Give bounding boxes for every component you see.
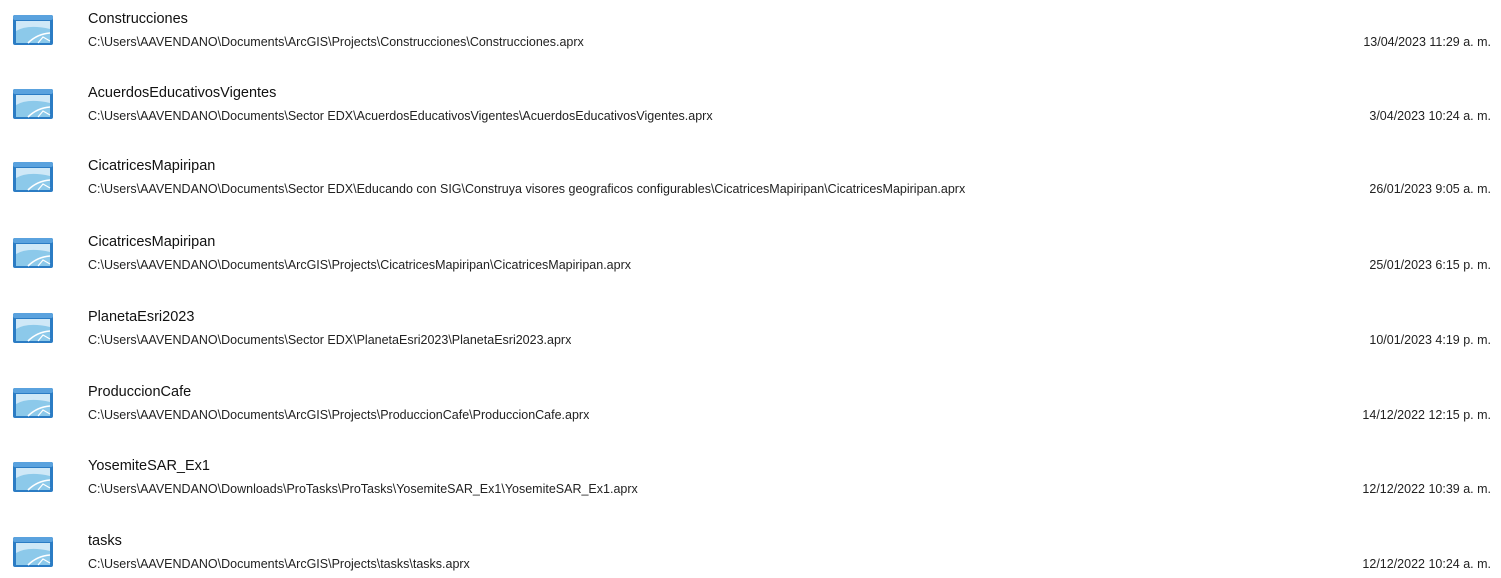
recent-projects-list: Construcciones C:\Users\AAVENDANO\Docume… [0,0,1501,578]
arcgis-project-icon [12,534,56,568]
project-path: C:\Users\AAVENDANO\Documents\ArcGIS\Proj… [88,557,470,571]
recent-project-item[interactable]: CicatricesMapiripan C:\Users\AAVENDANO\D… [0,226,1501,300]
project-path: C:\Users\AAVENDANO\Documents\ArcGIS\Proj… [88,258,631,272]
project-date: 25/01/2023 6:15 p. m. [1369,258,1491,272]
project-path: C:\Users\AAVENDANO\Downloads\ProTasks\Pr… [88,482,638,496]
recent-project-item[interactable]: PlanetaEsri2023 C:\Users\AAVENDANO\Docum… [0,301,1501,375]
arcgis-project-icon [12,310,56,344]
recent-project-item[interactable]: AcuerdosEducativosVigentes C:\Users\AAVE… [0,77,1501,151]
project-path: C:\Users\AAVENDANO\Documents\ArcGIS\Proj… [88,408,590,422]
project-name: YosemiteSAR_Ex1 [88,458,210,474]
recent-project-item[interactable]: tasks C:\Users\AAVENDANO\Documents\ArcGI… [0,525,1501,578]
project-date: 3/04/2023 10:24 a. m. [1369,109,1491,123]
project-name: AcuerdosEducativosVigentes [88,85,277,101]
recent-project-item[interactable]: YosemiteSAR_Ex1 C:\Users\AAVENDANO\Downl… [0,450,1501,524]
arcgis-project-icon [12,385,56,419]
recent-project-item[interactable]: CicatricesMapiripan C:\Users\AAVENDANO\D… [0,150,1501,224]
project-name: PlanetaEsri2023 [88,309,195,325]
arcgis-project-icon [12,12,56,46]
project-path: C:\Users\AAVENDANO\Documents\ArcGIS\Proj… [88,35,584,49]
project-name: tasks [88,533,122,549]
project-date: 13/04/2023 11:29 a. m. [1363,35,1491,49]
arcgis-project-icon [12,235,56,269]
project-name: CicatricesMapiripan [88,158,216,174]
project-path: C:\Users\AAVENDANO\Documents\Sector EDX\… [88,333,572,347]
project-date: 26/01/2023 9:05 a. m. [1369,182,1491,196]
project-date: 12/12/2022 10:39 a. m. [1362,482,1491,496]
arcgis-project-icon [12,459,56,493]
project-path: C:\Users\AAVENDANO\Documents\Sector EDX\… [88,182,966,196]
project-path: C:\Users\AAVENDANO\Documents\Sector EDX\… [88,109,713,123]
project-date: 14/12/2022 12:15 p. m. [1362,408,1491,422]
recent-project-item[interactable]: Construcciones C:\Users\AAVENDANO\Docume… [0,3,1501,77]
arcgis-project-icon [12,159,56,193]
project-name: CicatricesMapiripan [88,234,216,250]
project-name: Construcciones [88,11,188,27]
project-name: ProduccionCafe [88,384,192,400]
project-date: 12/12/2022 10:24 a. m. [1362,557,1491,571]
arcgis-project-icon [12,86,56,120]
recent-project-item[interactable]: ProduccionCafe C:\Users\AAVENDANO\Docume… [0,376,1501,450]
project-date: 10/01/2023 4:19 p. m. [1369,333,1491,347]
